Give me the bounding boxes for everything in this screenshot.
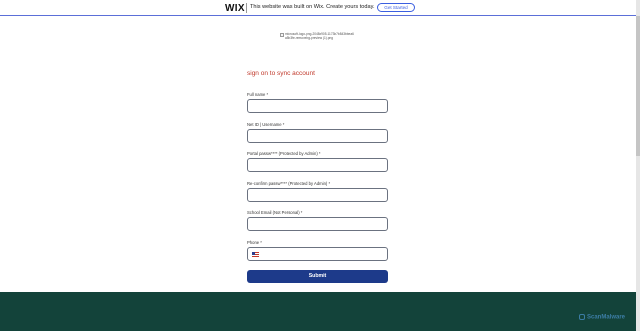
username-label: Net ID | Username * <box>247 122 285 127</box>
banner-divider <box>246 3 247 13</box>
school-email-label: School Email (Not Personal) * <box>247 210 303 215</box>
get-started-button[interactable]: Get Started <box>377 3 415 12</box>
scanmalware-icon <box>579 314 585 320</box>
form-title: sign on to sync account <box>247 70 315 77</box>
scrollbar[interactable] <box>636 0 640 331</box>
wix-banner: WIX This website was built on Wix. Creat… <box>0 0 640 16</box>
logo-image: microsoft-logo-png-2048x905-1173b7b843bb… <box>280 32 354 47</box>
footer <box>0 292 636 331</box>
banner-message: This website was built on Wix. Create yo… <box>250 4 375 10</box>
username-input[interactable] <box>247 129 388 143</box>
confirm-password-label: Re-confirm passw**** (Protected by Admin… <box>247 181 331 186</box>
password-label: Portal passw**** (Protected by Admin) * <box>247 151 321 156</box>
phone-label: Phone * <box>247 240 262 245</box>
school-email-input[interactable] <box>247 217 388 231</box>
us-flag-icon[interactable] <box>252 252 259 257</box>
full-name-input[interactable] <box>247 99 388 113</box>
wix-logo[interactable]: WIX <box>225 3 245 14</box>
broken-image-icon <box>280 33 284 37</box>
confirm-password-input[interactable] <box>247 188 388 202</box>
watermark-text: ScanMalware <box>587 314 626 321</box>
password-input[interactable] <box>247 158 388 172</box>
submit-button[interactable]: Submit <box>247 270 388 283</box>
full-name-label: Full name * <box>247 92 269 97</box>
scrollbar-thumb[interactable] <box>636 16 640 156</box>
watermark: ScanMalware <box>579 314 625 321</box>
logo-alt-text: microsoft-logo-png-2048x905-1173b7b843bb… <box>285 32 354 40</box>
phone-input[interactable] <box>247 247 388 261</box>
